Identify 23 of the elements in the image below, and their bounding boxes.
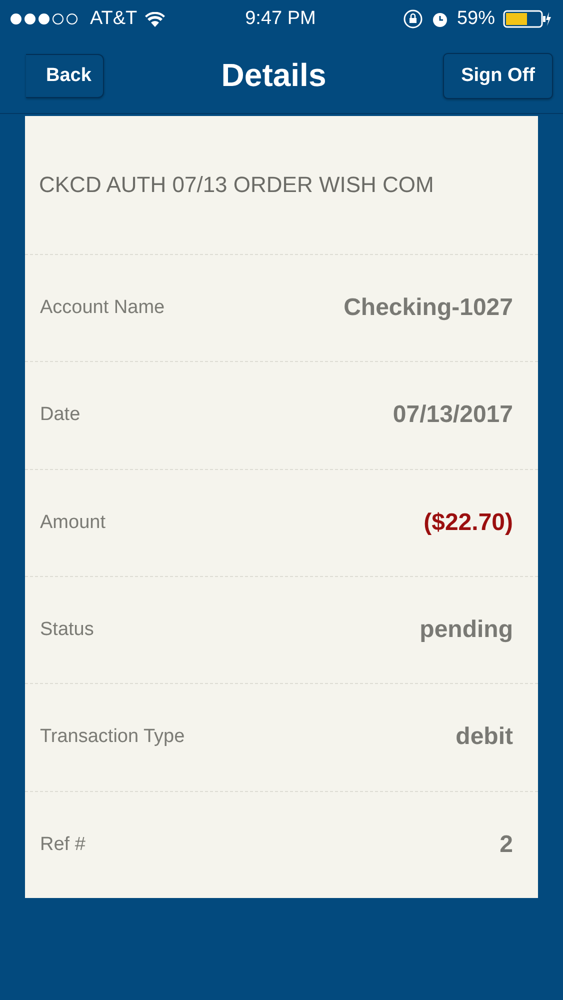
field-value: debit: [456, 723, 513, 752]
rotation-lock-icon: [402, 9, 423, 29]
field-value: ($22.70): [424, 508, 513, 537]
field-label: Date: [40, 404, 80, 426]
battery-icon: [502, 10, 551, 28]
field-label: Transaction Type: [40, 726, 185, 748]
field-label: Ref #: [40, 834, 86, 856]
carrier-name: AT&T: [90, 8, 138, 30]
field-value: 07/13/2017: [392, 401, 513, 430]
sign-off-button[interactable]: Sign Off: [443, 52, 553, 98]
field-value: 2: [500, 830, 513, 859]
alarm-icon: [430, 10, 449, 28]
field-value: pending: [420, 616, 513, 644]
field-label: Account Name: [40, 297, 165, 320]
field-label: Amount: [40, 512, 106, 534]
field-label: Status: [40, 619, 94, 642]
clock-time: 9:47 PM: [245, 8, 316, 30]
wifi-icon: [145, 12, 166, 26]
back-button[interactable]: Back: [26, 54, 104, 98]
field-value: Checking-1027: [344, 294, 513, 322]
battery-percent: 59%: [456, 8, 495, 30]
transaction-description: CKCD AUTH 07/13 ORDER WISH COM: [39, 172, 434, 198]
page-title: Details: [221, 57, 326, 94]
